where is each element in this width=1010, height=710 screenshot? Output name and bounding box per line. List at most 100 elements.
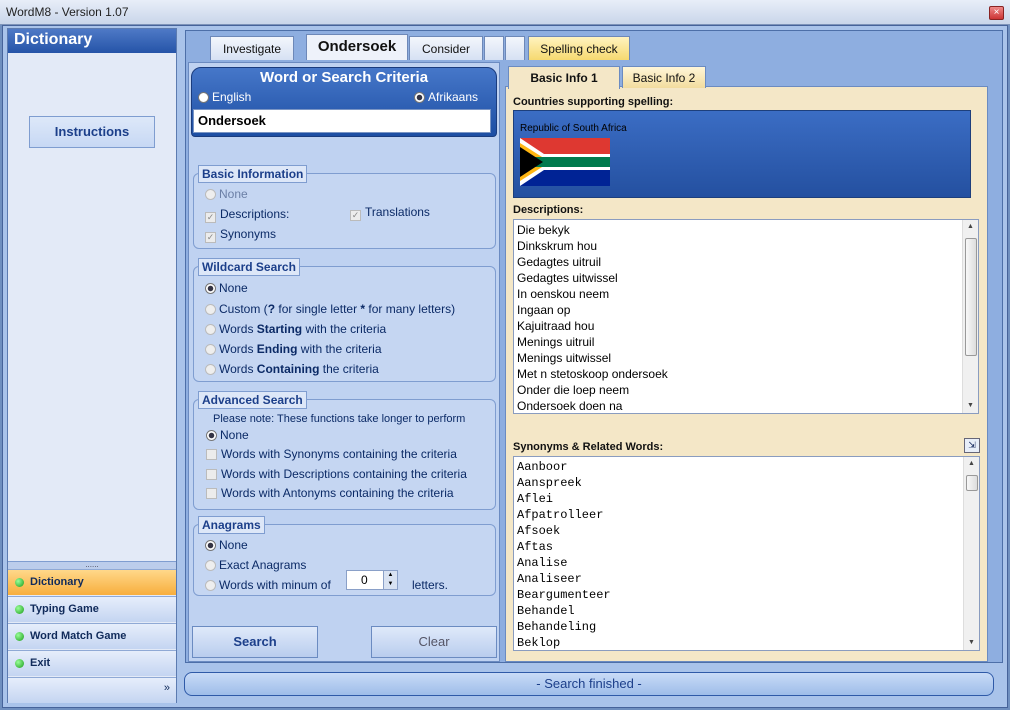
sidebar-splitter[interactable]: ...... xyxy=(8,561,176,569)
close-button[interactable]: × xyxy=(989,6,1004,20)
nav-word-match-game[interactable]: Word Match Game xyxy=(8,623,176,649)
descriptions-scrollbar[interactable]: ▲ ▼ xyxy=(962,220,978,413)
minimum-letters-stepper[interactable]: 0 ▲ ▼ xyxy=(346,570,398,590)
scroll-thumb[interactable] xyxy=(966,475,978,491)
option-label: Words with Descriptions containing the c… xyxy=(221,467,467,481)
advanced-note: Please note: These functions take longer… xyxy=(213,413,466,425)
english-label: English xyxy=(212,90,252,104)
advanced-descriptions-checkbox[interactable]: Words with Descriptions containing the c… xyxy=(206,467,467,481)
clear-button[interactable]: Clear xyxy=(371,626,497,658)
advanced-antonyms-checkbox[interactable]: Words with Antonyms containing the crite… xyxy=(206,486,454,500)
nav-exit[interactable]: Exit xyxy=(8,650,176,676)
tab-blank-2[interactable] xyxy=(505,36,525,60)
wildcard-containing-radio[interactable]: Words Containing the criteria xyxy=(205,362,379,376)
expand-icon[interactable]: ⇲ xyxy=(964,438,980,453)
radio-icon xyxy=(198,92,209,103)
list-item[interactable]: Beklop xyxy=(514,635,979,650)
nav-label: Typing Game xyxy=(30,603,99,615)
list-item[interactable]: In oenskou neem xyxy=(514,286,978,302)
tab-ondersoek[interactable]: Ondersoek xyxy=(306,34,408,60)
list-item[interactable]: Ingaan op xyxy=(514,302,978,318)
list-item[interactable]: Menings uitruil xyxy=(514,334,978,350)
check-icon: ✓ xyxy=(205,212,216,223)
nav-typing-game[interactable]: Typing Game xyxy=(8,596,176,622)
list-item[interactable]: Dinkskrum hou xyxy=(514,238,978,254)
south-africa-flag-icon xyxy=(520,138,610,186)
list-item[interactable]: Met n stetoskoop ondersoek xyxy=(514,366,978,382)
wildcard-custom-radio[interactable]: Custom (? for single letter * for many l… xyxy=(205,302,455,316)
synonyms-scrollbar[interactable]: ▲ ▼ xyxy=(963,457,979,650)
list-item[interactable]: Behandeling xyxy=(514,619,979,635)
wildcard-ending-radio[interactable]: Words Ending with the criteria xyxy=(205,342,382,356)
list-item[interactable]: Kajuitraad hou xyxy=(514,318,978,334)
nav-label: Dictionary xyxy=(30,576,84,588)
afrikaans-radio[interactable]: Afrikaans xyxy=(414,90,478,104)
stepper-value: 0 xyxy=(361,573,368,587)
synonyms-list[interactable]: Aanboor Aanspreek Aflei Afpatrolleer Afsoek A… xyxy=(513,456,980,651)
instructions-button[interactable]: Instructions xyxy=(29,116,155,148)
list-item[interactable]: Gedagtes uitwissel xyxy=(514,270,978,286)
status-dot-icon xyxy=(15,659,24,668)
country-name: Republic of South Africa xyxy=(520,123,627,134)
wildcard-none-radio[interactable]: None xyxy=(205,281,248,295)
tab-investigate[interactable]: Investigate xyxy=(210,36,294,60)
stepper-down-icon[interactable]: ▼ xyxy=(383,580,397,589)
translations-checkbox[interactable]: ✓ Translations xyxy=(350,205,430,221)
letters-label: letters. xyxy=(412,578,449,592)
stepper-up-icon[interactable]: ▲ xyxy=(383,571,397,580)
scroll-up-icon[interactable]: ▲ xyxy=(964,457,979,471)
scroll-down-icon[interactable]: ▼ xyxy=(963,399,978,413)
list-item[interactable]: Afsoek xyxy=(514,523,979,539)
nav-dictionary[interactable]: Dictionary xyxy=(8,569,176,595)
option-label: Words with minum of xyxy=(219,578,331,592)
tab-spelling-check[interactable]: Spelling check xyxy=(528,36,630,60)
sidebar: Dictionary Instructions ...... Dictionar… xyxy=(7,28,177,703)
basic-info-title: Basic Information xyxy=(198,165,308,183)
list-item[interactable]: Onder die loep neem xyxy=(514,382,978,398)
option-label: Descriptions: xyxy=(220,207,290,221)
minimum-anagrams-radio[interactable]: Words with minum of xyxy=(205,578,331,592)
list-item[interactable]: Aanspreek xyxy=(514,475,979,491)
list-item[interactable]: Gedagtes uitruil xyxy=(514,254,978,270)
radio-icon xyxy=(205,344,216,355)
tab-basic-info-2[interactable]: Basic Info 2 xyxy=(622,66,706,88)
anagrams-none-radio[interactable]: None xyxy=(205,538,248,552)
option-label: Translations xyxy=(365,205,430,219)
chevron-more-icon[interactable]: » xyxy=(8,677,176,703)
list-item[interactable]: Ondersoek doen na xyxy=(514,398,978,413)
descriptions-checkbox[interactable]: ✓ Descriptions: xyxy=(205,207,289,223)
wildcard-starting-radio[interactable]: Words Starting with the criteria xyxy=(205,322,386,336)
scroll-up-icon[interactable]: ▲ xyxy=(963,220,978,234)
list-item[interactable]: Menings uitwissel xyxy=(514,350,978,366)
status-bar: - Search finished - xyxy=(184,672,994,696)
descriptions-list[interactable]: Die bekyk Dinkskrum hou Gedagtes uitruil Ge… xyxy=(513,219,979,414)
list-item[interactable]: Aanboor xyxy=(514,459,979,475)
scroll-down-icon[interactable]: ▼ xyxy=(964,636,979,650)
list-item[interactable]: Analise xyxy=(514,555,979,571)
search-input[interactable]: Ondersoek xyxy=(193,109,491,133)
advanced-synonyms-checkbox[interactable]: Words with Synonyms containing the crite… xyxy=(206,447,457,461)
radio-icon xyxy=(206,430,217,441)
option-label: Exact Anagrams xyxy=(219,558,307,572)
scroll-thumb[interactable] xyxy=(965,238,977,356)
exact-anagrams-radio[interactable]: Exact Anagrams xyxy=(205,558,306,572)
list-item[interactable]: Afpatrolleer xyxy=(514,507,979,523)
synonyms-checkbox[interactable]: ✓ Synonyms xyxy=(205,227,276,243)
list-item[interactable]: Behandel xyxy=(514,603,979,619)
status-dot-icon xyxy=(15,632,24,641)
tab-blank-1[interactable] xyxy=(484,36,504,60)
list-item[interactable]: Aflei xyxy=(514,491,979,507)
list-item[interactable]: Analiseer xyxy=(514,571,979,587)
tab-consider[interactable]: Consider xyxy=(409,36,483,60)
list-item[interactable]: Die bekyk xyxy=(514,222,978,238)
advanced-title: Advanced Search xyxy=(198,391,307,409)
radio-icon xyxy=(205,304,216,315)
tab-basic-info-1[interactable]: Basic Info 1 xyxy=(508,66,620,89)
list-item[interactable]: Beargumenteer xyxy=(514,587,979,603)
advanced-none-radio[interactable]: None xyxy=(206,428,249,442)
basic-none-radio[interactable]: None xyxy=(205,187,248,201)
option-label: Synonyms xyxy=(220,227,277,241)
search-button[interactable]: Search xyxy=(192,626,318,658)
english-radio[interactable]: English xyxy=(198,90,251,104)
list-item[interactable]: Aftas xyxy=(514,539,979,555)
